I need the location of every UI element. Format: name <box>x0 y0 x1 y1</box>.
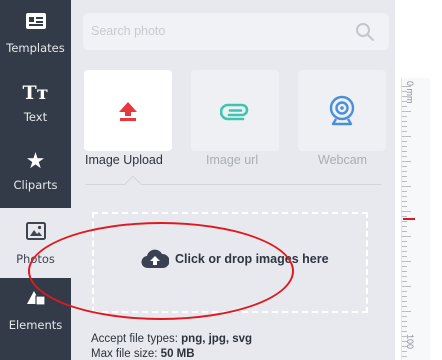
ruler-tick <box>402 246 407 247</box>
ruler-tick <box>402 111 411 112</box>
tab-label: Image url <box>206 153 259 167</box>
ruler-tick <box>402 106 407 107</box>
ruler-tick <box>402 251 407 252</box>
ruler-tick <box>402 356 407 357</box>
ruler-tick <box>402 176 407 177</box>
search-icon[interactable] <box>355 22 375 42</box>
max-file-size: Max file size: 50 MB <box>91 348 195 360</box>
ruler-tick <box>402 166 407 167</box>
ruler-tick <box>402 266 407 267</box>
ruler-tick <box>402 336 411 337</box>
sidebar-item-label: Text <box>23 110 48 124</box>
ruler-tick <box>402 351 407 352</box>
ruler-tick <box>402 311 411 312</box>
ruler-tick <box>402 271 407 272</box>
ruler-tick <box>402 261 411 262</box>
ruler-tick <box>402 346 407 347</box>
ruler-tick <box>402 156 407 157</box>
sidebar-item-templates[interactable]: Templates <box>0 8 71 60</box>
ruler-tick <box>402 171 407 172</box>
ruler-tick <box>402 236 411 237</box>
upload-arrow-icon <box>119 101 137 121</box>
tab-label: Webcam <box>318 153 368 167</box>
ruler-tick <box>402 296 407 297</box>
star-icon: ★ <box>25 148 46 173</box>
ruler-tick <box>402 206 407 207</box>
tab-image-upload[interactable] <box>84 70 172 151</box>
ruler-tick <box>402 281 407 282</box>
ruler-tick <box>402 286 411 287</box>
ruler-tick <box>402 126 407 127</box>
ruler-tick <box>402 321 407 322</box>
ruler-tick <box>402 121 407 122</box>
ruler-tick <box>402 211 411 212</box>
ruler-tick <box>402 201 407 202</box>
ruler-tick <box>402 276 407 277</box>
photo-icon <box>25 221 46 246</box>
text-icon: Tт <box>22 82 49 104</box>
search-placeholder: Search photo <box>91 24 166 38</box>
search-input[interactable]: Search photo <box>83 13 389 50</box>
ruler-tick <box>402 91 407 92</box>
paperclip-icon <box>220 103 249 120</box>
ruler-tick <box>402 86 411 87</box>
ruler-tick <box>402 161 411 162</box>
sidebar: Templates Tт Text ★ Cliparts Photos Elem… <box>0 0 71 360</box>
sidebar-item-label: Elements <box>8 318 63 332</box>
ruler-tick <box>402 301 407 302</box>
tab-webcam[interactable] <box>298 70 386 151</box>
ruler-tick <box>402 151 407 152</box>
highlight-ellipse <box>28 222 294 320</box>
ruler-tick <box>402 216 407 217</box>
ruler-tick <box>402 116 407 117</box>
ruler-tick <box>402 316 407 317</box>
ruler-tick <box>402 101 407 102</box>
ruler-tick <box>402 241 407 242</box>
ruler-tick <box>402 326 407 327</box>
sidebar-item-cliparts[interactable]: ★ Cliparts <box>0 150 71 200</box>
ruler-tick <box>402 146 407 147</box>
ruler-tick <box>402 186 411 187</box>
ruler-tick <box>402 331 407 332</box>
sidebar-item-label: Cliparts <box>13 178 58 192</box>
sidebar-item-text[interactable]: Tт Text <box>0 82 71 132</box>
ruler-tick <box>402 181 407 182</box>
ruler-tick <box>402 291 407 292</box>
ruler-tick <box>402 256 407 257</box>
ruler-tick <box>402 221 407 222</box>
ruler-tick <box>402 96 407 97</box>
ruler-tick <box>402 231 407 232</box>
ruler-tick <box>402 306 407 307</box>
ruler-tick <box>402 141 407 142</box>
ruler-tick <box>402 341 407 342</box>
webcam-icon <box>329 95 355 125</box>
accepted-file-types: Accept file types: png, jpg, svg <box>91 333 253 345</box>
ruler-tick <box>402 196 407 197</box>
tab-image-url[interactable] <box>191 70 279 151</box>
vertical-ruler: 0 mm 100 <box>401 78 430 360</box>
ruler-tick <box>402 136 411 137</box>
ruler-tick <box>402 226 407 227</box>
ruler-position-marker <box>403 218 415 220</box>
ruler-tick <box>402 191 407 192</box>
ruler-tick <box>402 131 407 132</box>
active-tab-indicator <box>124 175 142 193</box>
sidebar-item-label: Templates <box>6 41 65 55</box>
templates-icon <box>25 12 47 35</box>
tab-label: Image Upload <box>85 153 163 167</box>
